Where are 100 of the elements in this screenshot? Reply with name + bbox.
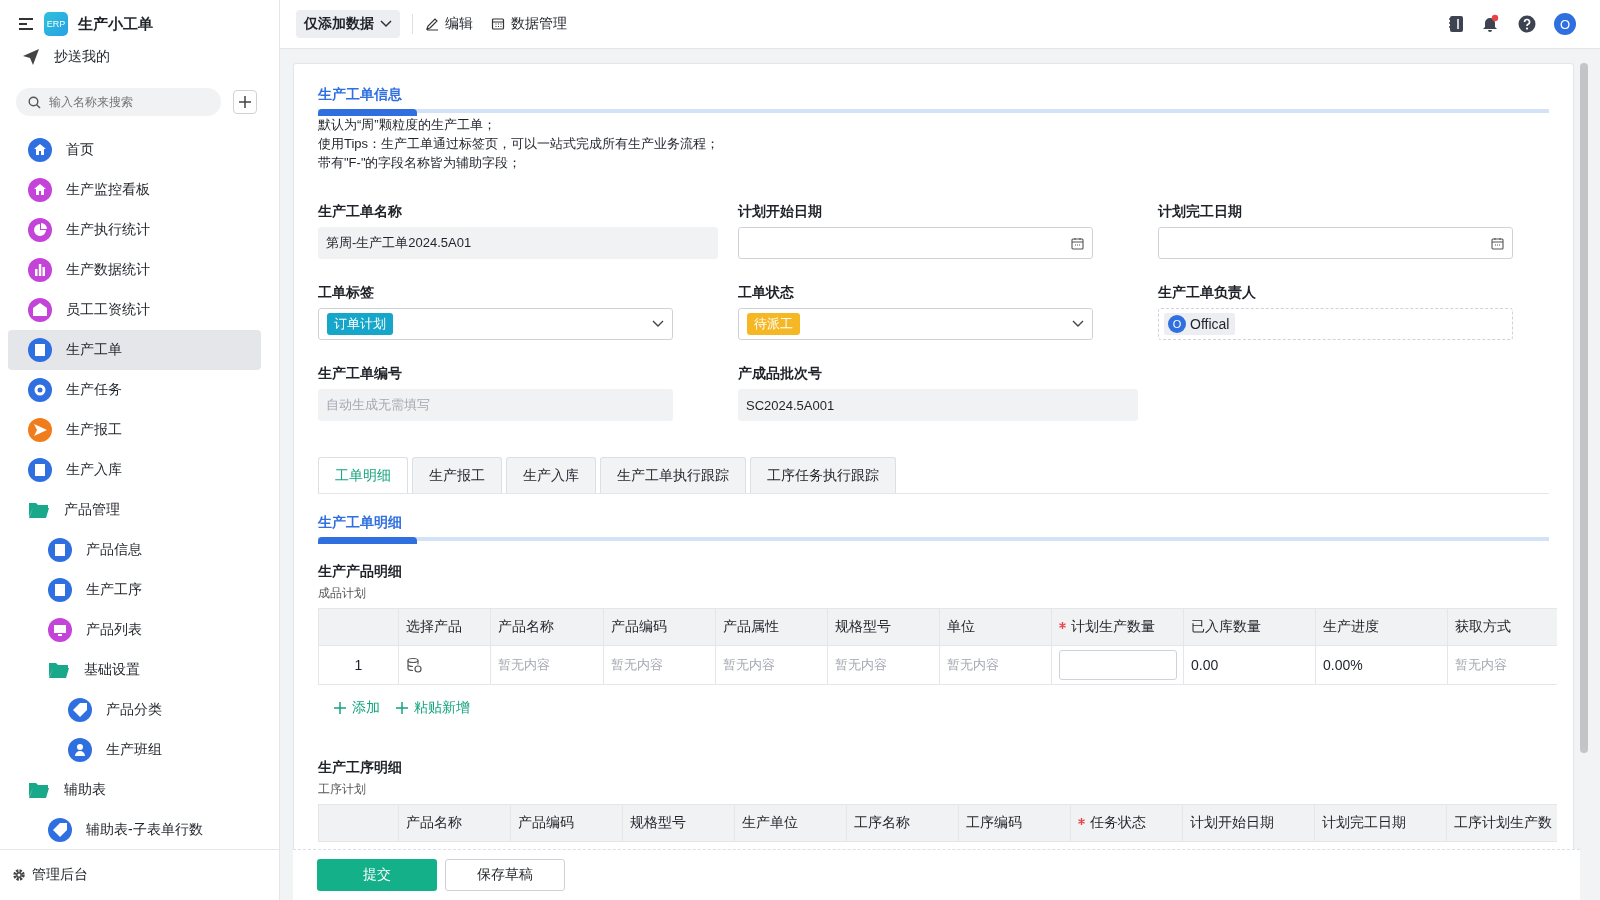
- sidebar-item[interactable]: 员工工资统计: [8, 290, 261, 330]
- table-cell: 暂无内容: [611, 656, 663, 674]
- field-label: 生产工单编号: [318, 365, 403, 383]
- calendar-icon: [1071, 236, 1084, 250]
- nav-icon: [28, 378, 52, 402]
- column-header: 任务状态: [1078, 814, 1146, 832]
- chevron-icon: [652, 320, 664, 328]
- nav-icon: [48, 538, 72, 562]
- tab[interactable]: 工序任务执行跟踪: [750, 457, 896, 493]
- required-icon: [1059, 621, 1066, 629]
- column-header: 产品编码: [518, 814, 574, 832]
- sidebar-item[interactable]: 产品管理: [8, 490, 261, 530]
- tab[interactable]: 生产报工: [412, 457, 502, 493]
- date-field[interactable]: [738, 227, 1093, 259]
- scrollbar[interactable]: [1580, 63, 1588, 753]
- column-header: 获取方式: [1455, 618, 1511, 636]
- form-button[interactable]: 保存草稿: [445, 859, 565, 891]
- sidebar-item[interactable]: 首页: [8, 130, 261, 170]
- table-cell: 暂无内容: [498, 656, 550, 674]
- section-title: 生产工单明细: [318, 514, 403, 532]
- app-logo: ERP: [44, 12, 68, 36]
- toolbar-button[interactable]: 编辑: [425, 15, 473, 33]
- menu-icon[interactable]: [18, 17, 34, 31]
- column-header: 选择产品: [406, 618, 462, 636]
- sidebar-item[interactable]: 生产数据统计: [8, 250, 261, 290]
- date-field[interactable]: [1158, 227, 1513, 259]
- quantity-field[interactable]: [1059, 650, 1177, 680]
- nav-icon: [68, 738, 92, 762]
- bell-icon[interactable]: [1482, 14, 1500, 34]
- table-cell: 0.00%: [1323, 657, 1363, 673]
- table-title: 生产产品明细: [318, 563, 403, 581]
- sidebar-item[interactable]: 辅助表: [8, 770, 261, 810]
- column-header: 单位: [947, 618, 975, 636]
- nav-icon: [28, 458, 52, 482]
- chevron-icon: [380, 20, 392, 28]
- tab[interactable]: 生产工单执行跟踪: [600, 457, 746, 493]
- sidebar-item[interactable]: 产品信息: [8, 530, 261, 570]
- nav-icon: [48, 618, 72, 642]
- required-icon: [1078, 817, 1085, 825]
- chevron-icon: [1072, 320, 1084, 328]
- column-header: 产品属性: [723, 618, 779, 636]
- pencil-icon: [425, 17, 439, 31]
- sidebar-item[interactable]: 生产入库: [8, 450, 261, 490]
- tab[interactable]: 生产入库: [506, 457, 596, 493]
- plus-icon: [238, 95, 252, 109]
- sidebar-item[interactable]: 生产工序: [8, 570, 261, 610]
- add-button[interactable]: [233, 90, 257, 114]
- sidebar-item[interactable]: 生产任务: [8, 370, 261, 410]
- table-subtitle: 成品计划: [318, 585, 367, 602]
- user-avatar[interactable]: O: [1554, 13, 1576, 35]
- table-title: 生产工序明细: [318, 759, 403, 777]
- search-input[interactable]: 输入名称来搜索: [47, 94, 209, 110]
- column-header: 规格型号: [630, 814, 686, 832]
- gear-icon: [12, 868, 26, 882]
- column-header: 产品名称: [406, 814, 462, 832]
- table-cell: 暂无内容: [947, 656, 999, 674]
- row-number: 1: [354, 657, 363, 673]
- field-label: 生产工单负责人: [1158, 284, 1257, 302]
- database-icon[interactable]: [406, 657, 422, 673]
- sidebar-item[interactable]: 生产报工: [8, 410, 261, 450]
- admin-link[interactable]: 管理后台: [32, 866, 88, 884]
- sidebar-item[interactable]: 产品分类: [8, 690, 261, 730]
- toolbar-button[interactable]: 数据管理: [491, 15, 567, 33]
- sidebar-item[interactable]: 生产工单: [8, 330, 261, 370]
- sidebar-item[interactable]: 生产监控看板: [8, 170, 261, 210]
- search-field[interactable]: 输入名称来搜索: [16, 88, 221, 116]
- sidebar-item[interactable]: 辅助表-子表单行数: [8, 810, 261, 849]
- field-label: 生产工单名称: [318, 203, 403, 221]
- sidebar-item[interactable]: 产品列表: [8, 610, 261, 650]
- section-title: 生产工单信息: [318, 86, 403, 104]
- table-cell: 暂无内容: [723, 656, 775, 674]
- table-cell: 暂无内容: [1455, 656, 1507, 674]
- notebook-icon[interactable]: [1448, 15, 1464, 33]
- sidebar-item[interactable]: 生产执行统计: [8, 210, 261, 250]
- tag: 订单计划: [327, 313, 393, 335]
- user-field[interactable]: O Offical: [1158, 308, 1513, 340]
- field-label: 计划开始日期: [738, 203, 823, 221]
- column-header: 规格型号: [835, 618, 891, 636]
- field-label: 工单标签: [318, 284, 375, 302]
- help-icon[interactable]: [1518, 15, 1536, 33]
- cc-link[interactable]: 抄送我的: [54, 48, 110, 66]
- nav-icon: [28, 218, 52, 242]
- plus-icon: [334, 702, 346, 714]
- field-label: 工单状态: [738, 284, 795, 302]
- nav-icon: [28, 298, 52, 322]
- text-field[interactable]: SC2024.5A001: [738, 389, 1138, 421]
- send-icon: [22, 48, 40, 66]
- text-field[interactable]: 第周-生产工单2024.5A01: [318, 227, 718, 259]
- table-icon: [491, 17, 505, 31]
- nav-icon: [48, 818, 72, 842]
- user-chip: O Offical: [1164, 313, 1236, 335]
- sidebar-item[interactable]: 基础设置: [8, 650, 261, 690]
- column-header: 工序编码: [966, 814, 1022, 832]
- nav-icon: [28, 178, 52, 202]
- nav-icon: [48, 578, 72, 602]
- view-select[interactable]: 仅添加数据: [296, 10, 400, 38]
- calendar-icon: [1491, 236, 1504, 250]
- sidebar-item[interactable]: 生产班组: [8, 730, 261, 770]
- table-subtitle: 工序计划: [318, 781, 367, 798]
- column-header: 产品编码: [611, 618, 667, 636]
